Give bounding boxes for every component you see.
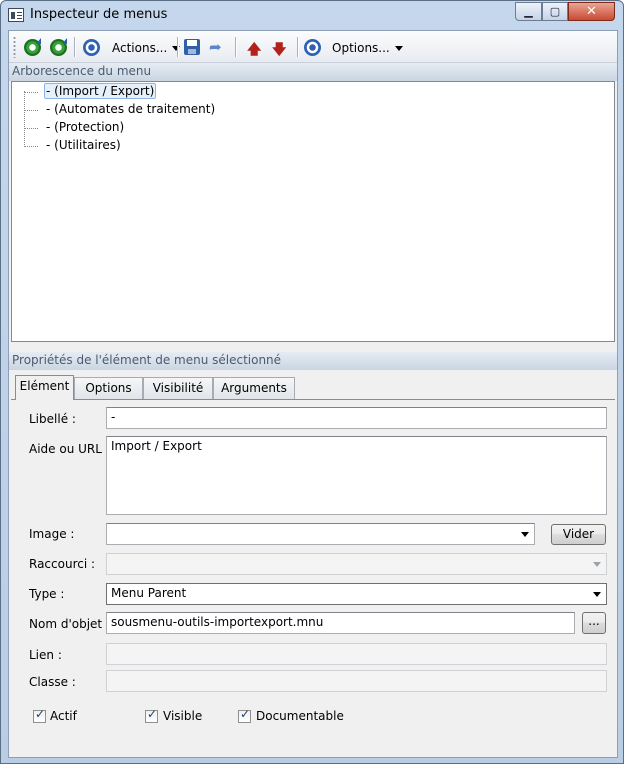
move-down-arrow-icon[interactable]: 🡇 [272, 39, 286, 63]
tree-connector-line [24, 91, 25, 147]
tab-visibilite[interactable]: Visibilité [143, 377, 213, 399]
lien-label: Lien : [29, 648, 62, 662]
browse-button[interactable]: ... [582, 612, 606, 634]
tab-panel-element: Libellé : - Aide ou URL : Import / Expor… [11, 399, 615, 757]
minimize-icon: ▁ [524, 5, 533, 18]
nom-objet-input[interactable]: sousmenu-outils-importexport.mnu [106, 612, 575, 634]
toolbar-separator [297, 37, 298, 57]
toolbar-separator [74, 37, 75, 57]
actions-menu-button[interactable]: Actions... [112, 41, 181, 55]
toolbar-separator [235, 37, 236, 57]
toolbar-grip-icon[interactable] [13, 36, 16, 58]
tree-item-label: - (Protection) [46, 120, 125, 134]
aide-url-label: Aide ou URL : [29, 442, 110, 456]
tree-connector-dash [24, 92, 38, 93]
tree-connector-dash [24, 146, 38, 147]
visible-label[interactable]: Visible [163, 709, 202, 723]
refresh-icon[interactable] [24, 38, 41, 56]
redo-arrow-icon[interactable]: ➦ [209, 40, 222, 55]
actif-checkbox[interactable] [33, 707, 46, 723]
nom-objet-label: Nom d'objet : [29, 617, 110, 631]
classe-label: Classe : [29, 675, 76, 689]
window-title: Inspecteur de menus [30, 7, 168, 22]
tree-connector-dash [24, 110, 38, 111]
minimize-button[interactable]: ▁ [515, 2, 542, 21]
aide-url-textarea[interactable]: Import / Export [106, 436, 607, 515]
client-area: Actions... ➦ 🡅 🡇 Options... Arborescence… [8, 30, 618, 758]
chevron-down-icon [593, 562, 601, 567]
raccourci-label: Raccourci : [29, 557, 96, 571]
chevron-down-icon [521, 532, 529, 537]
close-icon: ✕ [586, 4, 597, 19]
title-bar[interactable]: Inspecteur de menus ▁ ▢ ✕ [1, 1, 623, 29]
image-combobox[interactable] [106, 523, 535, 545]
save-icon[interactable] [184, 39, 200, 55]
properties-tabs: Elément Options Visibilité Arguments [15, 375, 611, 400]
actions-menu-label: Actions... [112, 41, 168, 55]
toolbar: Actions... ➦ 🡅 🡇 Options... [9, 31, 617, 63]
options-target-icon[interactable] [304, 39, 321, 56]
inspector-window: Inspecteur de menus ▁ ▢ ✕ Actions... ➦ 🡅… [0, 0, 624, 764]
type-label: Type : [29, 587, 65, 601]
toolbar-separator [177, 37, 178, 57]
app-window-icon [8, 8, 24, 22]
chevron-down-icon [593, 592, 601, 597]
actif-label[interactable]: Actif [50, 709, 77, 723]
close-button[interactable]: ✕ [568, 2, 615, 21]
documentable-checkbox[interactable] [238, 707, 251, 723]
vider-button[interactable]: Vider [551, 524, 606, 545]
classe-input[interactable] [106, 670, 607, 692]
libelle-input[interactable]: - [106, 407, 607, 429]
tree-section-header: Arborescence du menu [9, 63, 617, 81]
menu-tree[interactable]: - (Import / Export) - (Automates de trai… [11, 81, 615, 342]
options-menu-button[interactable]: Options... [332, 41, 403, 55]
properties-section-header: Propriétés de l'élément de menu sélectio… [9, 352, 617, 370]
type-value: Menu Parent [111, 586, 187, 600]
move-up-arrow-icon[interactable]: 🡅 [247, 39, 261, 63]
options-menu-label: Options... [332, 41, 390, 55]
lien-input[interactable] [106, 643, 607, 665]
chevron-down-icon [394, 46, 403, 51]
tree-connector-dash [24, 128, 38, 129]
libelle-label: Libellé : [29, 412, 76, 426]
documentable-label[interactable]: Documentable [256, 709, 344, 723]
tree-item-label: - (Automates de traitement) [46, 102, 216, 116]
tree-item-label: - (Import / Export) [44, 83, 157, 99]
visible-checkbox[interactable] [145, 707, 158, 723]
reload-icon[interactable] [50, 38, 67, 56]
tab-element[interactable]: Elément [15, 375, 74, 400]
type-select[interactable]: Menu Parent [106, 583, 607, 605]
actions-target-icon[interactable] [83, 39, 100, 56]
raccourci-combobox[interactable] [106, 553, 607, 575]
tab-options[interactable]: Options [74, 377, 143, 399]
tab-arguments[interactable]: Arguments [213, 377, 295, 399]
maximize-button[interactable]: ▢ [542, 2, 568, 21]
tree-item-label: - (Utilitaires) [46, 138, 121, 152]
image-label: Image : [29, 527, 75, 541]
maximize-icon: ▢ [549, 5, 561, 18]
